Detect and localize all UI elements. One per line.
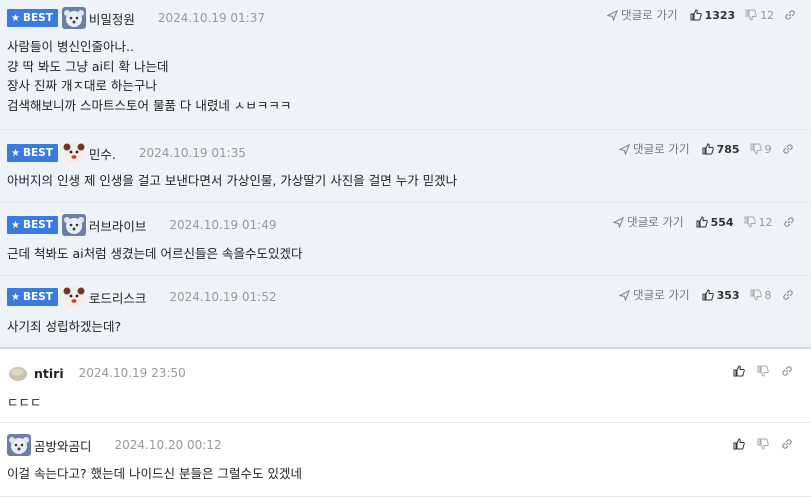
best-comment: ★ BEST 민수. 2024.10.19 01:35 댓글로 가기 785 9 … <box>0 130 811 203</box>
downvote-button[interactable]: 8 <box>750 289 772 302</box>
comment-date: 2024.10.19 01:49 <box>169 218 277 232</box>
thumbs-down-icon <box>757 438 769 450</box>
comment-actions: 댓글로 가기 353 8 <box>619 287 794 303</box>
thumbs-up-icon <box>690 9 702 21</box>
share-link-button[interactable] <box>782 289 794 301</box>
comment-body: 사기죄 성립하겠는데? <box>7 319 122 334</box>
downvote-button[interactable]: 12 <box>744 216 773 229</box>
upvote-button[interactable] <box>733 438 745 450</box>
comment-date: 2024.10.20 00:12 <box>114 438 222 452</box>
downvote-button[interactable]: 12 <box>745 9 774 22</box>
comment-actions <box>733 363 793 379</box>
comment-date: 2024.10.19 01:37 <box>157 11 265 25</box>
downvote-button[interactable] <box>757 365 769 377</box>
nickname[interactable]: 러브라이브 <box>89 216 147 235</box>
avatar[interactable] <box>7 434 31 456</box>
comment-body: ㄷㄷㄷ <box>7 395 42 410</box>
avatar[interactable] <box>7 362 31 384</box>
thumbs-up-icon <box>696 216 708 228</box>
star-icon: ★ <box>11 147 20 159</box>
upvote-button[interactable]: 1323 <box>690 9 735 22</box>
link-icon <box>785 10 795 20</box>
best-comment: ★ BEST 로드리스크 2024.10.19 01:52 댓글로 가기 353 … <box>0 276 811 349</box>
comment-header: ★ BEST 민수. 2024.10.19 01:35 <box>7 142 246 164</box>
reply-link[interactable]: 댓글로 가기 <box>619 141 690 157</box>
link-icon <box>782 144 793 154</box>
comment-actions: 댓글로 가기 785 9 <box>619 141 794 157</box>
reply-link[interactable]: 댓글로 가기 <box>613 214 684 230</box>
comment-body: 근데 척봐도 ai처럼 생겼는데 어르신들은 속을수도있겠다 <box>7 246 303 261</box>
avatar[interactable] <box>62 142 86 164</box>
comment: 곰방와곰디 2024.10.20 00:12 이걸 속는다고? 했는데 나이드신… <box>0 423 811 497</box>
send-icon <box>619 289 630 301</box>
best-badge: ★ BEST <box>7 9 58 27</box>
comment-actions: 댓글로 가기 1323 12 <box>607 7 796 23</box>
thumbs-down-icon <box>744 216 756 228</box>
star-icon: ★ <box>11 291 20 303</box>
share-link-button[interactable] <box>781 438 793 450</box>
comment: ntiri 2024.10.19 23:50 ㄷㄷㄷ <box>0 351 811 423</box>
comment-header: 곰방와곰디 2024.10.20 00:12 <box>7 434 222 456</box>
share-link-button[interactable] <box>782 143 794 155</box>
thumbs-down-icon <box>750 143 762 155</box>
comment-date: 2024.10.19 01:35 <box>138 146 246 160</box>
link-icon <box>782 366 792 376</box>
link-icon <box>782 290 793 300</box>
downvote-button[interactable] <box>757 438 769 450</box>
comment-actions <box>733 436 793 452</box>
send-icon <box>613 216 624 228</box>
nickname[interactable]: 비밀정원 <box>89 9 135 28</box>
upvote-button[interactable]: 353 <box>702 289 740 302</box>
downvote-button[interactable]: 9 <box>750 143 772 156</box>
reply-link[interactable]: 댓글로 가기 <box>607 7 678 23</box>
reply-link[interactable]: 댓글로 가기 <box>619 287 690 303</box>
avatar[interactable] <box>62 286 86 308</box>
link-icon <box>783 217 794 227</box>
comment-actions: 댓글로 가기 554 12 <box>613 214 795 230</box>
comment-header: ★ BEST 로드리스크 2024.10.19 01:52 <box>7 286 277 308</box>
send-icon <box>607 9 618 21</box>
best-badge: ★ BEST <box>7 288 58 306</box>
nickname[interactable]: ntiri <box>34 366 64 381</box>
share-link-button[interactable] <box>784 9 796 21</box>
comment-body: 사람들이 병신인줄아나.. 걍 딱 봐도 그냥 ai티 확 나는데 장사 진짜 … <box>7 39 292 113</box>
share-link-button[interactable] <box>781 365 793 377</box>
nickname[interactable]: 곰방와곰디 <box>34 436 92 455</box>
best-badge: ★ BEST <box>7 144 58 162</box>
share-link-button[interactable] <box>783 216 795 228</box>
comment-header: ntiri 2024.10.19 23:50 <box>7 362 186 384</box>
link-icon <box>782 439 792 449</box>
star-icon: ★ <box>11 219 20 231</box>
thumbs-up-icon <box>733 365 745 377</box>
upvote-button[interactable]: 785 <box>702 143 740 156</box>
comment-header: ★ BEST 비밀정원 2024.10.19 01:37 <box>7 7 265 29</box>
send-icon <box>619 143 630 155</box>
thumbs-up-icon <box>702 143 714 155</box>
thumbs-down-icon <box>757 365 769 377</box>
star-icon: ★ <box>11 12 20 24</box>
avatar[interactable] <box>61 7 86 29</box>
best-comment: ★ BEST 비밀정원 2024.10.19 01:37 댓글로 가기 1323 … <box>0 0 811 130</box>
avatar[interactable] <box>61 214 86 236</box>
nickname[interactable]: 로드리스크 <box>89 288 147 307</box>
comment-date: 2024.10.19 01:52 <box>169 290 277 304</box>
best-comment: ★ BEST 러브라이브 2024.10.19 01:49 댓글로 가기 554 … <box>0 203 811 276</box>
thumbs-up-icon <box>733 438 745 450</box>
thumbs-down-icon <box>745 9 757 21</box>
thumbs-up-icon <box>702 289 714 301</box>
comment-header: ★ BEST 러브라이브 2024.10.19 01:49 <box>7 214 277 236</box>
comment-date: 2024.10.19 23:50 <box>78 366 186 380</box>
thumbs-down-icon <box>750 289 762 301</box>
nickname[interactable]: 민수. <box>89 144 116 163</box>
comment-body: 아버지의 인생 제 인생을 걸고 보낸다면서 가상인물, 가상딸기 사진을 걸면… <box>7 173 458 188</box>
upvote-button[interactable] <box>733 365 745 377</box>
upvote-button[interactable]: 554 <box>696 216 734 229</box>
comment-body: 이걸 속는다고? 했는데 나이드신 분들은 그럴수도 있겠네 <box>7 466 302 481</box>
best-badge: ★ BEST <box>7 216 58 234</box>
